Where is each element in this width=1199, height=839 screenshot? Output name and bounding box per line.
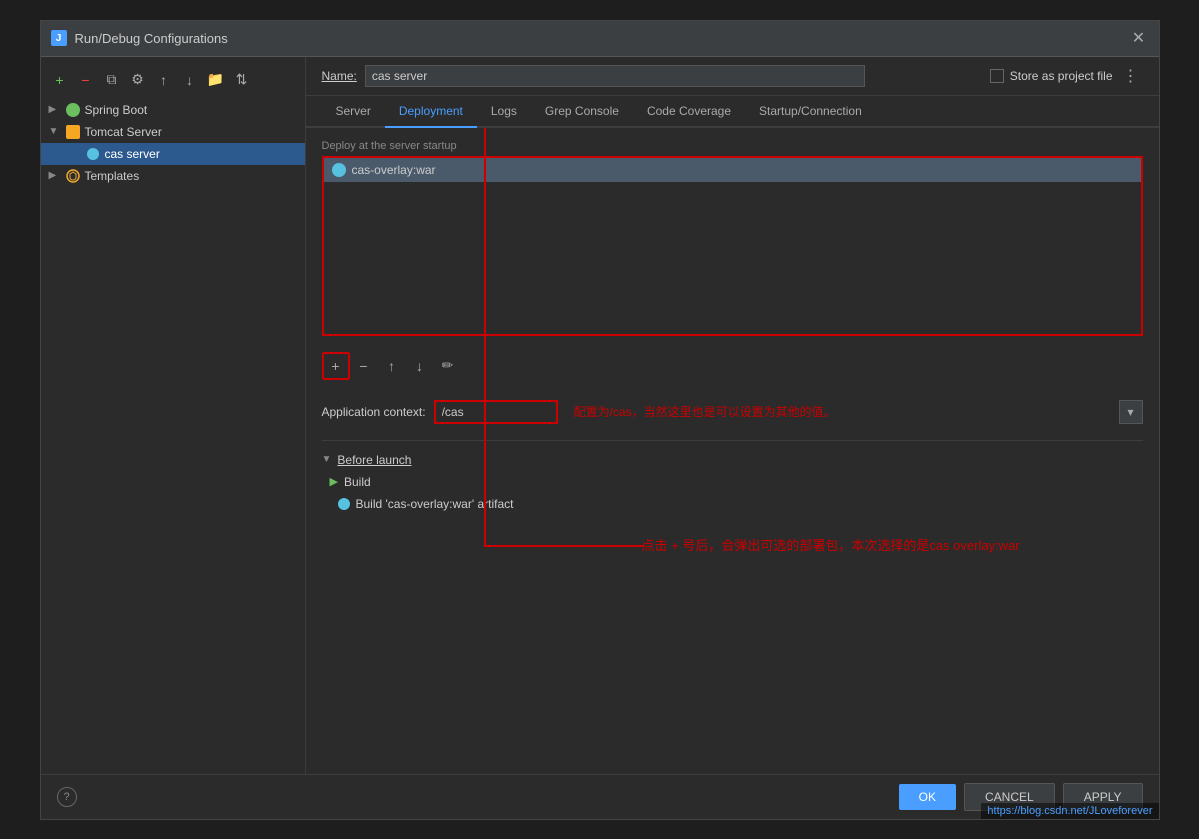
move-up-button[interactable]: ↑ [153, 69, 175, 91]
add-config-button[interactable]: + [49, 69, 71, 91]
application-context-row: Application context: 配置为/cas，当然这里也是可以设置为… [322, 396, 1143, 428]
remove-config-button[interactable]: − [75, 69, 97, 91]
expand-icon: ▼ [49, 126, 61, 137]
context-label: Application context: [322, 405, 426, 419]
build-sub-label: Build 'cas-overlay:war' artifact [356, 497, 514, 511]
name-input[interactable] [365, 65, 865, 87]
context-input-wrapper [434, 400, 558, 424]
tabs-bar: Server Deployment Logs Grep Console Code… [306, 96, 1159, 128]
content-panel: Name: Store as project file ⋮ Server Dep… [306, 57, 1159, 774]
tab-content-deployment: Deploy at the server startup cas-overlay… [306, 128, 1159, 774]
tab-logs[interactable]: Logs [477, 96, 531, 128]
deploy-toolbar: + − ↑ ↓ ✏ [322, 348, 1143, 384]
before-launch-header[interactable]: ▼ Before launch [322, 449, 1143, 471]
annotation-label: 点击 + 号后，会弹出可选的部署包，本次选择的是cas overlay:war [642, 535, 1020, 554]
close-button[interactable]: ✕ [1129, 28, 1149, 48]
edit-deployment-button[interactable]: ✏ [434, 352, 462, 380]
name-row: Name: Store as project file ⋮ [306, 57, 1159, 96]
sidebar-item-spring-boot[interactable]: ▶ Spring Boot [41, 99, 305, 121]
sidebar-item-label: Spring Boot [85, 103, 148, 117]
store-row: Store as project file ⋮ [990, 66, 1143, 86]
before-launch-label: Before launch [337, 453, 411, 467]
expand-icon: ▶ [49, 104, 61, 115]
add-deployment-button[interactable]: + [322, 352, 350, 380]
deploy-item-icon [332, 163, 346, 177]
settings-button[interactable]: ⚙ [127, 69, 149, 91]
deploy-list-box: cas-overlay:war [322, 156, 1143, 336]
title-bar: J Run/Debug Configurations ✕ [41, 21, 1159, 57]
tab-grep-console[interactable]: Grep Console [531, 96, 633, 128]
main-area: + − ⧉ ⚙ ↑ ↓ 📁 ⇅ ▶ Spring Boot ▼ [41, 57, 1159, 774]
folder-button[interactable]: 📁 [205, 69, 227, 91]
cas-icon [85, 146, 101, 162]
before-launch-section: ▼ Before launch ▶ Build Build 'cas-overl… [322, 440, 1143, 515]
copy-config-button[interactable]: ⧉ [101, 69, 123, 91]
sidebar-item-templates[interactable]: ▶ Templates [41, 165, 305, 187]
more-options-button[interactable]: ⋮ [1119, 66, 1143, 86]
deployment-section: Deploy at the server startup cas-overlay… [322, 140, 1143, 336]
sidebar-item-label: Tomcat Server [85, 125, 162, 139]
sidebar-item-cas-server[interactable]: cas server [41, 143, 305, 165]
store-checkbox[interactable] [990, 69, 1004, 83]
spring-boot-icon [65, 102, 81, 118]
move-down-deployment-button[interactable]: ↓ [406, 352, 434, 380]
sidebar: + − ⧉ ⚙ ↑ ↓ 📁 ⇅ ▶ Spring Boot ▼ [41, 57, 306, 774]
remove-deployment-button[interactable]: − [350, 352, 378, 380]
tab-server[interactable]: Server [322, 96, 385, 128]
sidebar-item-label: cas server [105, 147, 160, 161]
sidebar-item-label: Templates [85, 169, 140, 183]
sort-button[interactable]: ⇅ [231, 69, 253, 91]
help-button[interactable]: ? [57, 787, 77, 807]
dialog-title: Run/Debug Configurations [75, 31, 228, 46]
tomcat-icon [65, 124, 81, 140]
dialog-icon: J [51, 30, 67, 46]
context-input[interactable] [436, 402, 556, 422]
deploy-section-label: Deploy at the server startup [322, 140, 1143, 152]
tab-startup-connection[interactable]: Startup/Connection [745, 96, 876, 128]
watermark: https://blog.csdn.net/JLoveforever [981, 803, 1158, 819]
store-checkbox-label: Store as project file [1010, 69, 1113, 83]
ok-button[interactable]: OK [899, 784, 956, 810]
build-sub-icon [338, 498, 350, 510]
build-item[interactable]: ▶ Build [322, 471, 1143, 493]
tab-code-coverage[interactable]: Code Coverage [633, 96, 745, 128]
name-label: Name: [322, 69, 357, 83]
templates-icon [65, 168, 81, 184]
build-label: Build [344, 475, 371, 489]
sidebar-toolbar: + − ⧉ ⚙ ↑ ↓ 📁 ⇅ [41, 65, 305, 95]
tab-deployment[interactable]: Deployment [385, 96, 477, 128]
title-bar-left: J Run/Debug Configurations [51, 30, 228, 46]
deploy-list-item[interactable]: cas-overlay:war [324, 158, 1141, 182]
move-up-deployment-button[interactable]: ↑ [378, 352, 406, 380]
footer-left: ? [57, 787, 77, 807]
run-debug-dialog: J Run/Debug Configurations ✕ + − ⧉ ⚙ ↑ ↓… [40, 20, 1160, 820]
build-arrow-icon: ▶ [330, 475, 338, 488]
context-dropdown[interactable]: ▾ [1119, 400, 1143, 424]
sidebar-item-tomcat-server[interactable]: ▼ Tomcat Server [41, 121, 305, 143]
annotation-horizontal-line [484, 545, 644, 547]
context-annotation: 配置为/cas，当然这里也是可以设置为其他的值。 [574, 403, 836, 420]
build-sub-item[interactable]: Build 'cas-overlay:war' artifact [322, 493, 1143, 515]
deploy-item-text: cas-overlay:war [352, 163, 436, 177]
move-down-button[interactable]: ↓ [179, 69, 201, 91]
expand-icon: ▶ [49, 170, 61, 181]
